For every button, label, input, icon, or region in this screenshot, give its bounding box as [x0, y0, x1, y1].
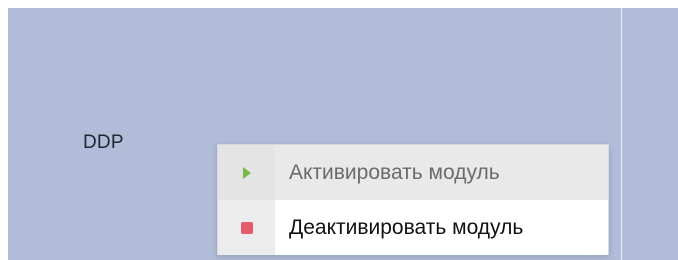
menu-icon-gutter: [218, 145, 275, 200]
module-canvas: DDP Активировать модуль Деактивировать м…: [0, 0, 678, 260]
menu-item-label: Деактивировать модуль: [289, 215, 524, 239]
menu-item-activate-module[interactable]: Активировать модуль: [218, 145, 608, 200]
adjacent-panel[interactable]: [622, 8, 678, 260]
menu-icon-gutter: [218, 200, 275, 255]
stop-icon: [240, 221, 253, 234]
play-icon: [242, 166, 251, 179]
context-menu: Активировать модуль Деактивировать модул…: [217, 144, 609, 255]
menu-item-label: Активировать модуль: [289, 160, 500, 184]
module-name-label: DDP: [83, 132, 124, 153]
menu-item-deactivate-module[interactable]: Деактивировать модуль: [218, 200, 608, 255]
